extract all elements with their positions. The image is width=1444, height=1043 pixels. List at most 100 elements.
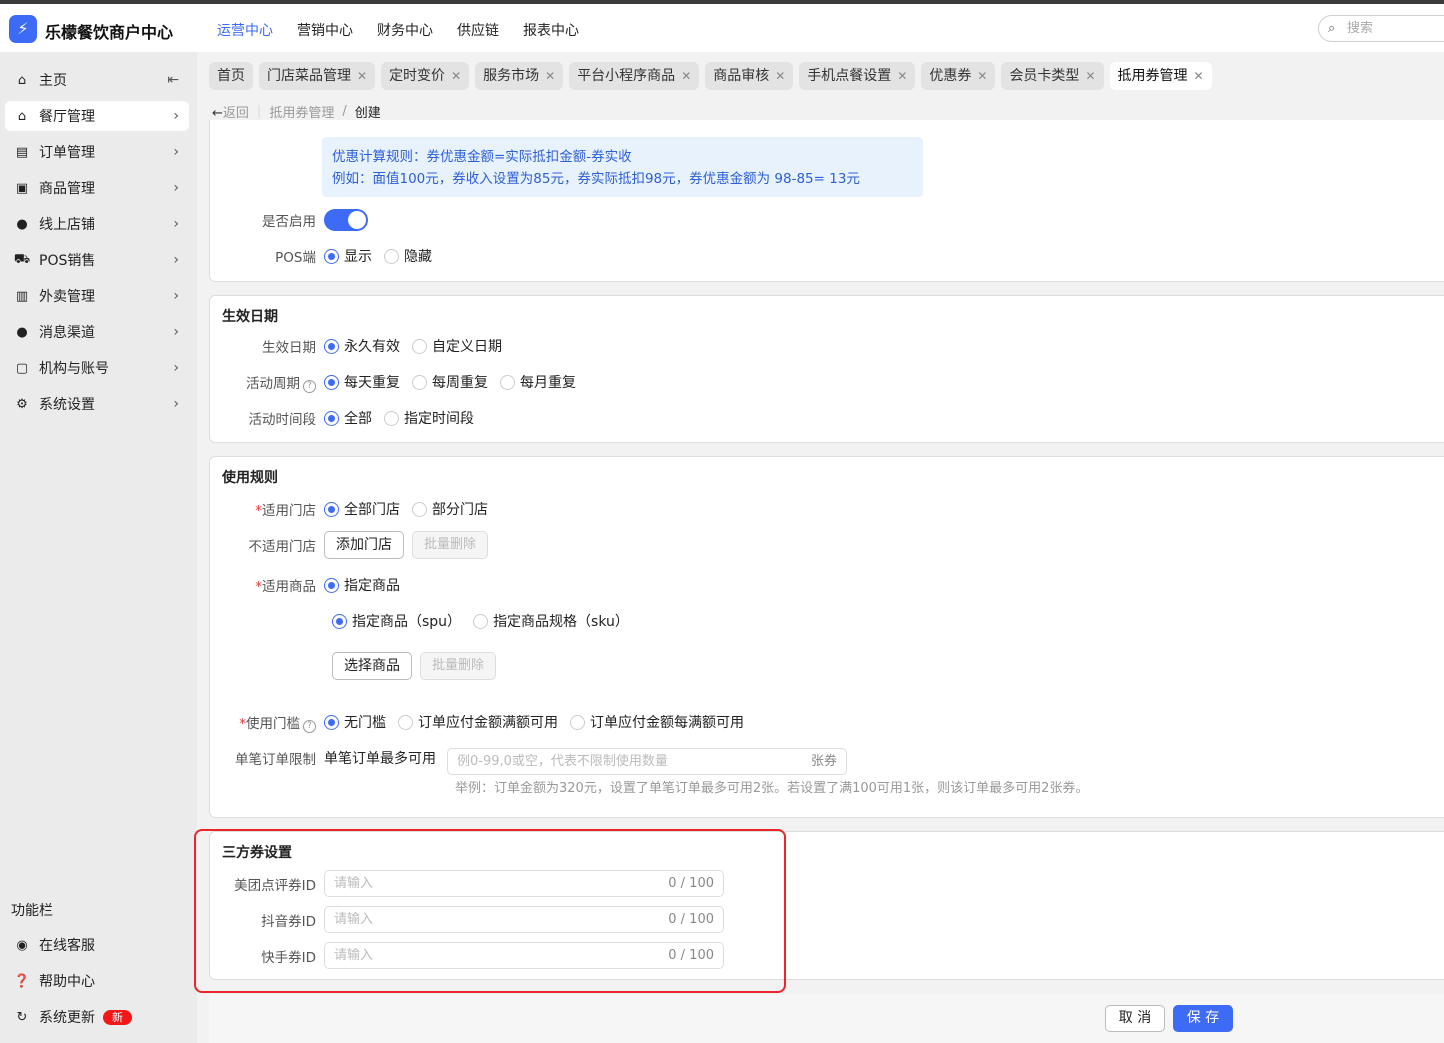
footer-bar: 取 消 保 存 [209,995,1444,1043]
spu-radio[interactable]: 指定商品（spu） [332,611,461,631]
back-button[interactable]: ←返回 [212,102,249,121]
chevron-right-icon: › [173,360,179,376]
header: ⚡ 乐檬餐饮商户中心 运营中心 营销中心 财务中心 供应链 报表中心 ⌕ 搜索 [0,4,1444,52]
tab-voucher-management[interactable]: 抵用券管理 ✕ [1109,62,1212,90]
top-nav: 运营中心 营销中心 财务中心 供应链 报表中心 [217,20,579,40]
info-line: 优惠计算规则：券优惠金额=实际抵扣金额-券实收 [332,149,632,165]
close-icon[interactable]: ✕ [775,69,785,83]
enable-toggle[interactable] [324,209,368,231]
permanent-radio[interactable]: 永久有效 [324,336,400,356]
specific-time-radio[interactable]: 指定时间段 [384,408,474,428]
close-icon[interactable]: ✕ [545,69,555,83]
full-amount-radio[interactable]: 订单应付金额满额可用 [398,712,558,732]
close-icon[interactable]: ✕ [1085,69,1095,83]
validity-card: 生效日期 生效日期 永久有效 自定义日期 活动周期? 每天重复 每周重复 每月重… [209,295,1444,443]
tab-goods-review[interactable]: 商品审核 ✕ [705,62,794,90]
goods-buttons-row: 选择商品 批量删除 [332,652,504,680]
sidebar-item-label: 消息渠道 [39,325,95,341]
limit-input[interactable]: 例0-99,0或空，代表不限制使用数量 张券 [447,747,847,775]
all-stores-radio[interactable]: 全部门店 [324,499,400,519]
collapse-icon[interactable]: ⇤ [167,72,179,88]
sidebar-item-restaurant[interactable]: ⌂ 餐厅管理 › [5,101,189,131]
pos-hide-radio[interactable]: 隐藏 [384,246,432,266]
tab-store-dishes[interactable]: 门店菜品管理 ✕ [259,62,376,90]
help-icon[interactable]: ? [303,379,316,393]
close-icon[interactable]: ✕ [1194,69,1204,83]
close-icon[interactable]: ✕ [897,69,907,83]
sidebar-item-settings[interactable]: ⚙ 系统设置 › [5,389,189,419]
tab-label: 定时变价 [389,68,446,84]
batch-delete-button[interactable]: 批量删除 [412,531,489,559]
goods-row: *适用商品 指定商品 [210,573,412,597]
tab-label: 商品审核 [713,68,770,84]
store-label-text: 适用门店 [262,503,316,519]
partial-stores-radio[interactable]: 部分门店 [412,499,488,519]
close-icon[interactable]: ✕ [681,69,691,83]
radio-label: 全部 [344,411,372,427]
tab-label: 会员卡类型 [1009,68,1080,84]
sidebar-item-online-store[interactable]: ● 线上店铺 › [5,209,189,239]
back-label: 返回 [222,106,249,121]
close-icon[interactable]: ✕ [451,69,461,83]
help-icon[interactable]: ? [303,719,316,733]
sidebar-item-messages[interactable]: ● 消息渠道 › [5,317,189,347]
sku-radio[interactable]: 指定商品规格（sku） [473,611,629,631]
search-placeholder: 搜索 [1347,21,1374,36]
section-title: 生效日期 [222,309,278,325]
select-goods-button[interactable]: 选择商品 [332,652,412,680]
custom-date-radio[interactable]: 自定义日期 [412,336,502,356]
cancel-button[interactable]: 取 消 [1105,1005,1165,1032]
nav-supply[interactable]: 供应链 [457,20,499,40]
sidebar-item-orders[interactable]: ▤ 订单管理 › [5,137,189,167]
weekly-radio[interactable]: 每周重复 [412,372,488,392]
chevron-right-icon: › [173,396,179,412]
goods-label: *适用商品 [255,579,316,595]
store-label: *适用门店 [255,503,316,519]
tab-timed-price[interactable]: 定时变价 ✕ [381,62,470,90]
add-store-button[interactable]: 添加门店 [324,531,404,559]
radio-label: 每周重复 [432,375,488,391]
sidebar-item-support[interactable]: ◉ 在线客服 [5,930,189,960]
close-icon[interactable]: ✕ [357,69,367,83]
nav-marketing[interactable]: 营销中心 [297,20,353,40]
batch-delete-goods-button[interactable]: 批量删除 [420,652,497,680]
nav-operations[interactable]: 运营中心 [217,20,273,40]
specified-goods-radio[interactable]: 指定商品 [324,575,400,595]
all-time-radio[interactable]: 全部 [324,408,372,428]
sidebar-item-home[interactable]: ⌂ 主页 ⇤ [5,65,189,95]
nav-finance[interactable]: 财务中心 [377,20,433,40]
radio-label: 订单应付金额满额可用 [418,715,558,731]
tab-coupons[interactable]: 优惠券 ✕ [921,62,996,90]
goods-label-text: 适用商品 [262,579,316,595]
no-threshold-radio[interactable]: 无门槛 [324,712,386,732]
sidebar-item-update[interactable]: ↻ 系统更新新 [5,1002,189,1032]
sidebar-item-pos[interactable]: ⛟ POS销售 › [5,245,189,275]
sidebar-item-help[interactable]: ❓ 帮助中心 [5,966,189,996]
search-input[interactable]: ⌕ 搜索 [1318,15,1444,42]
sidebar-item-goods[interactable]: ▣ 商品管理 › [5,173,189,203]
monthly-radio[interactable]: 每月重复 [500,372,576,392]
close-icon[interactable]: ✕ [977,69,987,83]
headset-icon: ◉ [16,937,28,953]
tab-home[interactable]: 首页 [209,62,253,90]
tab-member-card[interactable]: 会员卡类型 ✕ [1001,62,1104,90]
tab-miniprogram-goods[interactable]: 平台小程序商品 ✕ [569,62,700,90]
sidebar-item-accounts[interactable]: ▢ 机构与账号 › [5,353,189,383]
threshold-row: *使用门槛? 无门槛 订单应付金额满额可用 订单应付金额每满额可用 [210,710,756,734]
save-button[interactable]: 保 存 [1173,1005,1233,1032]
pos-show-radio[interactable]: 显示 [324,246,372,266]
breadcrumb-parent[interactable]: 抵用券管理 [269,102,334,121]
sidebar-item-label: 机构与账号 [39,361,109,377]
tab-mobile-order[interactable]: 手机点餐设置 ✕ [799,62,916,90]
time-row: 活动时间段 全部 指定时间段 [210,406,486,430]
store-row: *适用门店 全部门店 部分门店 [210,497,500,521]
daily-radio[interactable]: 每天重复 [324,372,400,392]
tab-label: 门店菜品管理 [267,68,351,84]
limit-label: 单笔订单限制 [235,752,316,768]
per-full-amount-radio[interactable]: 订单应付金额每满额可用 [570,712,744,732]
pos-row: POS端 显示 隐藏 [210,244,444,268]
nav-reports[interactable]: 报表中心 [523,20,579,40]
logo-icon: ⚡ [9,15,37,43]
tab-service-market[interactable]: 服务市场 ✕ [475,62,564,90]
sidebar-item-delivery[interactable]: ▥ 外卖管理 › [5,281,189,311]
